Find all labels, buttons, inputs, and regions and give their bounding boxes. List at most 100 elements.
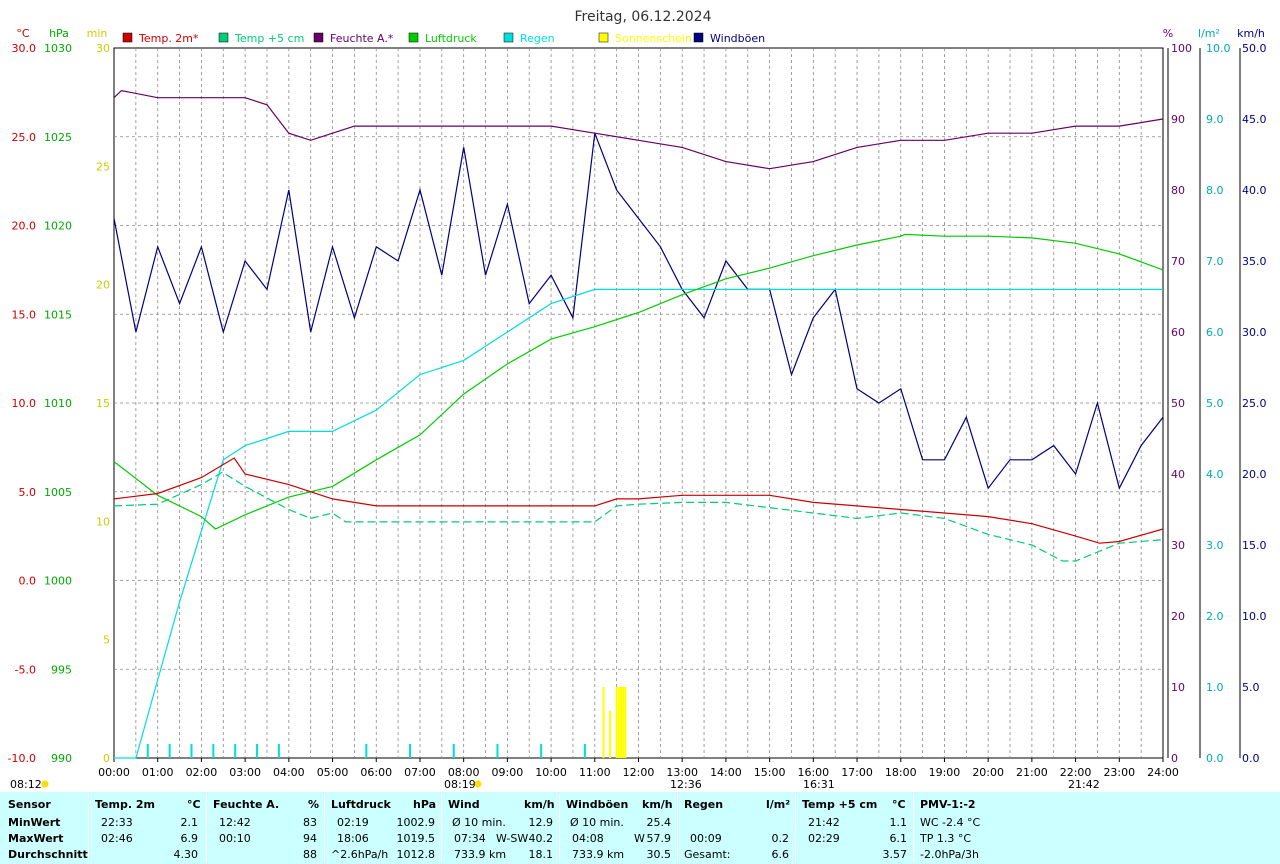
temp2m-avg-val: 4.30	[173, 848, 199, 861]
stats-humidity-col: Feuchte A. % 12:42 83 00:10 94 88	[207, 792, 324, 864]
humidity-max-val: 94	[303, 832, 317, 845]
y-tick-label: 6.0	[1206, 326, 1224, 339]
x-tick-label: 15:00	[754, 766, 786, 779]
y-tick-label: 50	[1171, 397, 1185, 410]
rain-event-tick	[540, 744, 543, 758]
y-tick-label: 15	[96, 397, 110, 410]
legend-label: Windböen	[710, 32, 765, 45]
pressure-trend: ^2.6hPa/h	[331, 848, 389, 861]
stats-panel: Sensor MinWert MaxWert Durchschnitt Temp…	[0, 792, 1280, 864]
time-markers: 08:12 08:19 12:36 16:31 21:42	[10, 778, 1100, 791]
x-tick-label: 09:00	[492, 766, 524, 779]
y-tick-label: 0.0	[1206, 752, 1224, 765]
stats-sensor-header: Sensor	[8, 798, 51, 811]
wind-max-time: 07:34	[454, 832, 486, 845]
y-tick-label: -10.0	[8, 752, 36, 765]
legend-label: Regen	[520, 32, 555, 45]
sunrise-icon	[474, 780, 482, 788]
x-tick-label: 17:00	[841, 766, 873, 779]
stats-wind-col: Wind km/h Ø 10 min. 12.9 07:34 W-SW 40.2…	[442, 792, 559, 864]
y-tick-label: 0	[103, 752, 110, 765]
pmv-header: PMV-1:-2	[920, 798, 976, 811]
pressure-max-time: 18:06	[337, 832, 369, 845]
y-tick-label: 0.0	[19, 575, 37, 588]
y-tick-label: 1015	[44, 308, 72, 321]
y-tick-label: 25	[96, 160, 110, 173]
x-tick-label: 02:00	[186, 766, 218, 779]
wind-header: Wind	[448, 798, 480, 811]
y-tick-label: 10.0	[12, 397, 37, 410]
rain-event-tick	[277, 744, 280, 758]
y-tick-label: 35.0	[1242, 255, 1267, 268]
x-tick-label: 01:00	[142, 766, 174, 779]
y-tick-label: 5.0	[1242, 681, 1260, 694]
legend-swatch	[313, 32, 324, 43]
y-tick-label: 1030	[44, 42, 72, 55]
pressure-min-time: 02:19	[337, 816, 369, 829]
y-tick-label: 25.0	[1242, 397, 1267, 410]
row-label-min: MinWert	[8, 816, 61, 829]
y-tick-label: 40	[1171, 468, 1185, 481]
row-label-avg: Durchschnitt	[8, 848, 88, 861]
rain-event-tick	[452, 744, 455, 758]
y-tick-label: 1010	[44, 397, 72, 410]
x-tick-label: 05:00	[317, 766, 349, 779]
y-tick-label: 5.0	[19, 486, 37, 499]
x-tick-label: 07:00	[404, 766, 436, 779]
rain-event-tick	[583, 744, 586, 758]
y-tick-label: 30	[1171, 539, 1185, 552]
x-tick-label: 14:00	[710, 766, 742, 779]
rain-event-tick	[409, 744, 412, 758]
rain-event-tick	[190, 744, 193, 758]
y-tick-label: 1025	[44, 131, 72, 144]
y-tick-label: 45.0	[1242, 113, 1267, 126]
stats-temp5cm-col: Temp +5 cm °C 21:42 1.1 02:29 6.1 3.57	[796, 792, 913, 864]
temp2m-max-time: 02:46	[101, 832, 133, 845]
temp5cm-header: Temp +5 cm	[802, 798, 878, 811]
y-tick-label: 5	[103, 634, 110, 647]
y-tick-label: 30	[96, 42, 110, 55]
x-tick-label: 06:00	[360, 766, 392, 779]
y-tick-label: 30.0	[12, 42, 37, 55]
legend-label: Sonnenschein	[615, 32, 692, 45]
gusts-avg10-label: Ø 10 min.	[570, 816, 624, 829]
x-tick-label: 04:00	[273, 766, 305, 779]
sunrise-left-label: 08:12	[10, 778, 42, 791]
unit-pressure: hPa	[49, 27, 69, 40]
sunshine-bar	[622, 687, 625, 758]
x-tick-label: 00:00	[98, 766, 130, 779]
y-tick-label: 80	[1171, 184, 1185, 197]
unit-temp: °C	[16, 27, 30, 40]
legend-swatch	[503, 32, 514, 43]
x-tick-label: 24:00	[1147, 766, 1179, 779]
unit-rain: l/m²	[1198, 27, 1220, 40]
humidity-header: Feuchte A.	[213, 798, 280, 811]
y-tick-label: 0	[1171, 752, 1178, 765]
y-tick-label: 90	[1171, 113, 1185, 126]
stats-gusts-col: Windböen km/h Ø 10 min. 25.4 04:08 W 57.…	[560, 792, 677, 864]
gusts-avg-val: 30.5	[646, 848, 672, 861]
sunrise-label: 08:19	[444, 778, 476, 791]
stats-rain-col: Regen l/m² 00:09 0.2 Gesamt: 6.6	[678, 792, 795, 864]
rain-total-label: Gesamt:	[684, 848, 731, 861]
y-tick-label: 20	[96, 279, 110, 292]
unit-wind: km/h	[1237, 27, 1265, 40]
legend-swatch	[693, 32, 704, 43]
legend-label: Luftdruck	[425, 32, 477, 45]
x-tick-label: 19:00	[929, 766, 961, 779]
y-tick-label: 50.0	[1242, 42, 1267, 55]
wind-distance: 733.9 km	[454, 848, 507, 861]
gusts-distance: 733.9 km	[572, 848, 625, 861]
y-tick-label: 40.0	[1242, 184, 1267, 197]
wind-max-val: 40.2	[528, 832, 554, 845]
wind-avg-val: 18.1	[528, 848, 554, 861]
sunshine-bar	[609, 710, 612, 758]
temp5cm-min-time: 21:42	[808, 816, 840, 829]
sunshine-bar	[624, 687, 627, 758]
pressure-min-val: 1002.9	[396, 816, 436, 829]
stats-pressure-col: Luftdruck hPa 02:19 1002.9 18:06 1019.5 …	[325, 792, 441, 864]
legend-label: Temp +5 cm	[234, 32, 304, 45]
y-tick-label: 10	[1171, 681, 1185, 694]
temp2m-header: Temp. 2m	[95, 798, 155, 811]
y-tick-label: 1000	[44, 575, 72, 588]
